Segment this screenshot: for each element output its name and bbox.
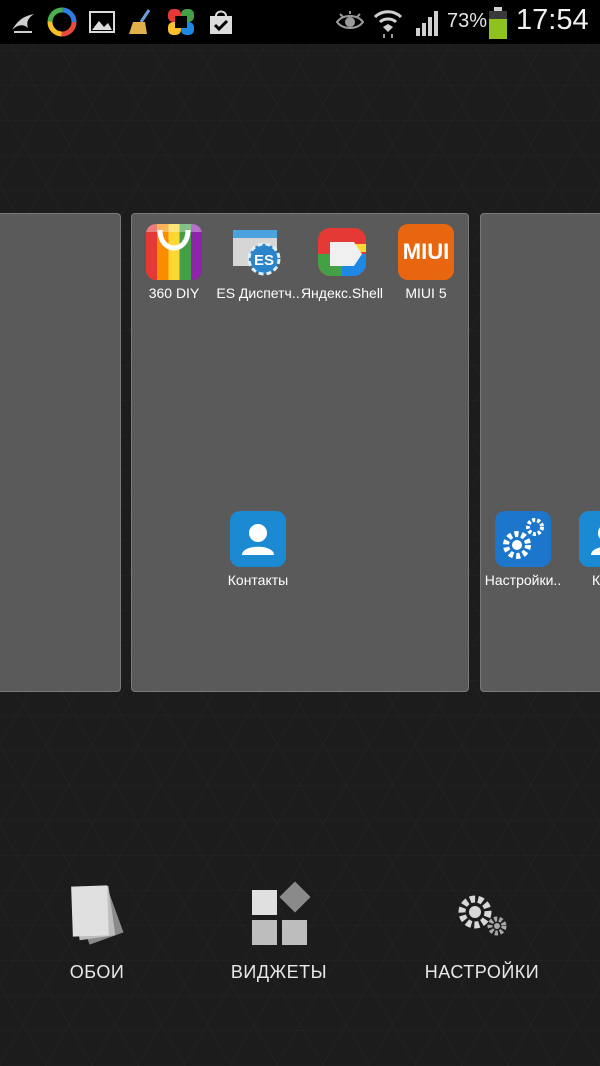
shopping-check-icon (205, 6, 237, 38)
gears-icon (447, 880, 517, 950)
battery-percent: 73% (447, 10, 488, 32)
wifi-icon (372, 6, 404, 38)
app-label: Настройки.. (484, 572, 562, 588)
widgets-label: ВИДЖЕТЫ (230, 962, 328, 982)
wallpapers-button[interactable]: ОБОИ (7, 880, 187, 983)
settings-gears-icon (495, 511, 551, 567)
gallery-icon (86, 6, 118, 38)
app-label: Яндекс.Shell (300, 285, 384, 301)
app-contacts-partial[interactable]: Конт (562, 511, 600, 588)
app-miui-5[interactable]: MIUI MIUI 5 (381, 224, 471, 301)
bird-notification-icon (8, 6, 40, 38)
miui-icon: MIUI (398, 224, 454, 280)
yandex-shell-icon (314, 224, 370, 280)
colorful-app-icon (165, 6, 197, 38)
app-label: MIUI 5 (405, 285, 447, 301)
home-screen-preview-current[interactable]: 360 DIY ES ES Диспетч.. Яндекс.Shell MIU… (131, 213, 469, 692)
eye-icon (334, 6, 366, 38)
settings-label: НАСТРОЙКИ (424, 962, 540, 982)
signal-strength-icon (412, 6, 444, 38)
settings-button[interactable]: НАСТРОЙКИ (392, 880, 572, 983)
app-360-diy[interactable]: 360 DIY (129, 224, 219, 301)
widgets-icon (244, 880, 314, 950)
miui-badge-text: MIUI (402, 239, 450, 264)
contacts-icon (230, 511, 286, 567)
widgets-button[interactable]: ВИДЖЕТЫ (189, 880, 369, 983)
broom-cleaner-icon (125, 6, 157, 38)
shopping-bag-icon (146, 224, 202, 280)
app-contacts[interactable]: Контакты (213, 511, 303, 588)
wallpapers-icon (62, 880, 132, 950)
home-screen-preview-left[interactable] (0, 213, 121, 692)
es-file-explorer-icon: ES (230, 224, 286, 280)
app-yandex-shell[interactable]: Яндекс.Shell (297, 224, 387, 301)
app-settings[interactable]: Настройки.. (481, 511, 568, 588)
clock: 17:54 (516, 4, 589, 36)
app-label: Контакты (227, 572, 289, 588)
color-wheel-icon (46, 6, 78, 38)
svg-text:ES: ES (254, 252, 274, 269)
app-label: 360 DIY (148, 285, 200, 301)
status-bar: 73% 17:54 (0, 0, 600, 44)
contacts-icon (579, 511, 600, 567)
home-screen-preview-right[interactable]: Настройки.. Конт (480, 213, 600, 692)
app-es-file-explorer[interactable]: ES ES Диспетч.. (213, 224, 303, 301)
app-label: ES Диспетч.. (216, 285, 300, 301)
wallpapers-label: ОБОИ (69, 962, 125, 982)
battery-icon (486, 6, 510, 39)
app-label: Конт (591, 572, 600, 588)
